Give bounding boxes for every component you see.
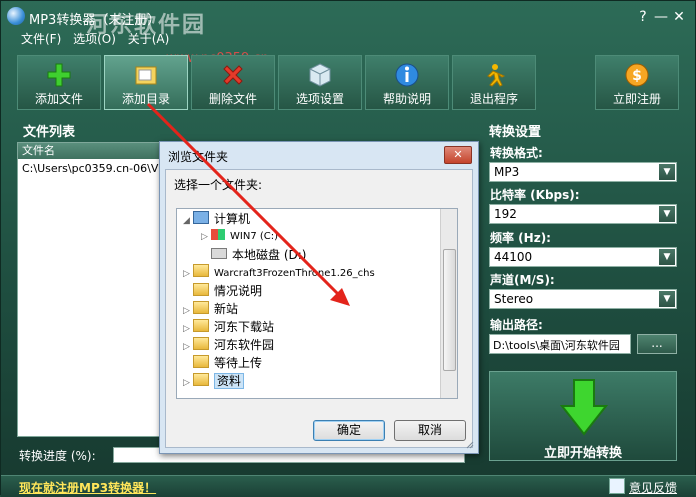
annotation-arrow bbox=[146, 102, 350, 306]
